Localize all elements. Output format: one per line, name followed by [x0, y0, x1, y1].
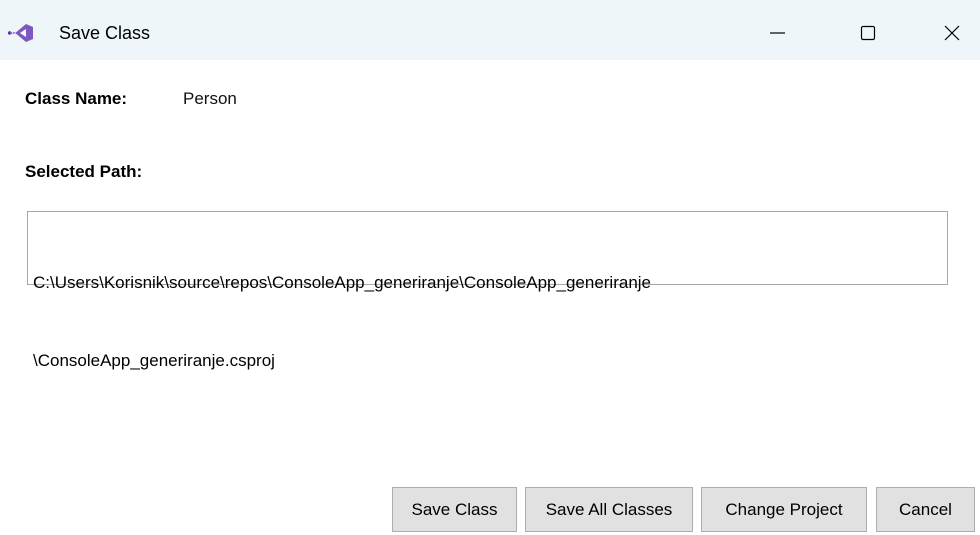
visual-studio-icon: [8, 23, 34, 43]
title-bar[interactable]: Save Class: [0, 0, 980, 60]
close-button[interactable]: [917, 10, 980, 56]
path-line-2: \ConsoleApp_generiranje.csproj: [33, 351, 275, 370]
minimize-button[interactable]: [742, 10, 812, 56]
class-name-value: Person: [183, 89, 237, 108]
save-all-classes-button[interactable]: Save All Classes: [525, 487, 693, 532]
save-class-button[interactable]: Save Class: [392, 487, 517, 532]
path-line-1: C:\Users\Korisnik\source\repos\ConsoleAp…: [33, 273, 652, 292]
cancel-button[interactable]: Cancel: [876, 487, 975, 532]
selected-path-textbox[interactable]: C:\Users\Korisnik\source\repos\ConsoleAp…: [27, 211, 948, 370]
maximize-button[interactable]: [833, 10, 903, 56]
window-title: Save Class: [59, 23, 151, 43]
change-project-button[interactable]: Change Project: [701, 487, 867, 532]
maximize-icon: [859, 24, 877, 42]
minimize-icon: [768, 24, 786, 42]
class-name-label: Class Name:: [25, 89, 128, 108]
close-icon: [943, 24, 961, 42]
selected-path-label: Selected Path:: [25, 162, 143, 181]
